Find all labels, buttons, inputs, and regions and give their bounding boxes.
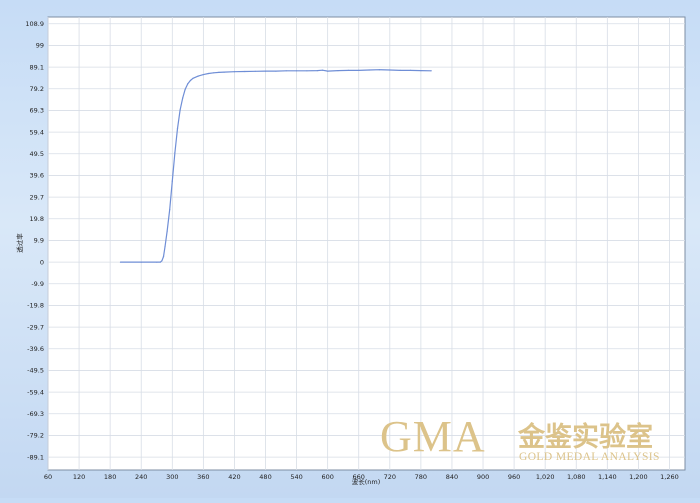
- data-point: [174, 152, 176, 154]
- x-tick-label: 1,140: [598, 473, 617, 481]
- data-point: [207, 72, 210, 75]
- x-tick-label: 600: [321, 473, 333, 481]
- y-tick-label: 69.3: [30, 107, 44, 115]
- data-point: [378, 69, 380, 71]
- plot-area: [47, 16, 686, 471]
- data-point: [368, 69, 370, 71]
- data-point: [176, 128, 179, 130]
- y-tick-label: -49.5: [27, 367, 44, 375]
- x-tick-label: 1,200: [629, 473, 648, 481]
- data-point: [218, 71, 220, 73]
- x-tick-label: 1,260: [660, 473, 679, 481]
- data-point: [171, 180, 173, 182]
- data-point: [389, 69, 391, 71]
- watermark-en: GOLD MEDAL ANALYSIS: [519, 451, 660, 463]
- data-point: [296, 70, 298, 72]
- x-tick-label: 720: [384, 473, 396, 481]
- data-point: [223, 71, 225, 73]
- data-point: [202, 74, 204, 76]
- y-tick-label: 49.5: [30, 150, 44, 158]
- y-tick-label: -39.6: [27, 345, 44, 353]
- y-tick-label: -29.7: [27, 323, 44, 331]
- y-tick-label: 39.6: [30, 172, 44, 180]
- y-tick-label: 79.2: [30, 85, 44, 93]
- data-point: [197, 75, 199, 77]
- y-tick-label: 89.1: [30, 63, 44, 71]
- data-point: [409, 69, 412, 71]
- data-point: [164, 246, 166, 248]
- data-point: [182, 97, 184, 99]
- data-point: [179, 109, 181, 111]
- chart: 60 120 180 240 300 360 420 480 540 600 660 720 780 84…: [0, 0, 700, 498]
- x-tick-label: 540: [290, 473, 302, 481]
- data-point: [213, 72, 215, 74]
- x-tick-label: 60: [44, 473, 52, 481]
- data-point: [420, 70, 422, 72]
- data-point: [184, 88, 186, 90]
- x-tick-label: 180: [104, 473, 116, 481]
- data-point: [140, 261, 142, 263]
- chart-svg: 60 120 180 240 300 360 420 480 540 600 660 720 780 84…: [15, 16, 686, 486]
- x-tick-label: 420: [228, 473, 240, 481]
- data-point: [321, 69, 324, 71]
- x-axis-title: 波长(nm): [352, 477, 381, 486]
- x-tick-label: 900: [477, 473, 489, 481]
- x-tick-label: 240: [135, 473, 147, 481]
- data-point: [264, 70, 267, 72]
- data-point: [358, 69, 360, 71]
- y-tick-label: 99: [36, 42, 44, 50]
- y-tick-label: 29.7: [30, 193, 44, 201]
- data-point: [275, 70, 277, 72]
- data-point: [285, 70, 287, 72]
- x-tick-label: 840: [446, 473, 458, 481]
- x-tick-label: 1,020: [536, 473, 555, 481]
- data-point: [399, 69, 401, 71]
- data-point: [192, 77, 194, 79]
- data-point: [162, 256, 165, 258]
- data-point: [316, 70, 318, 72]
- data-point: [159, 261, 161, 263]
- x-tick-label: 1,080: [567, 473, 586, 481]
- y-tick-label: -59.4: [27, 388, 44, 396]
- data-point: [169, 209, 171, 211]
- data-point: [327, 70, 329, 72]
- data-point: [347, 69, 349, 71]
- y-tick-label: -89.1: [27, 453, 44, 461]
- x-tick-label: 480: [259, 473, 271, 481]
- data-point: [156, 261, 158, 263]
- x-tick-label: 120: [73, 473, 85, 481]
- y-tick-label: -9.9: [31, 280, 44, 288]
- y-tick-label: 0: [40, 258, 44, 266]
- y-tick-label: -79.2: [27, 432, 44, 440]
- y-tick-label: 108.9: [25, 20, 44, 28]
- x-tick-label: 780: [415, 473, 427, 481]
- data-point: [161, 260, 163, 262]
- y-tick-label: 9.9: [34, 237, 44, 245]
- y-tick-label: -19.8: [27, 302, 44, 310]
- data-point: [244, 70, 246, 73]
- watermark-cn: 金鉴实验室: [517, 421, 653, 453]
- data-point: [187, 83, 189, 85]
- x-tick-label: 300: [166, 473, 178, 481]
- data-point: [189, 79, 191, 82]
- data-point: [430, 70, 432, 72]
- x-tick-label: 360: [197, 473, 209, 481]
- data-point: [166, 230, 168, 233]
- data-point: [337, 70, 339, 72]
- data-point: [119, 261, 122, 263]
- watermark-logo: GMA: [380, 412, 486, 461]
- y-tick-label: 59.4: [30, 128, 44, 136]
- data-point: [233, 71, 235, 73]
- data-point: [254, 70, 256, 72]
- y-axis-title: 透过率: [15, 233, 24, 253]
- y-tick-label: 19.8: [30, 215, 44, 223]
- data-point: [306, 70, 308, 72]
- x-tick-label: 960: [508, 473, 520, 481]
- y-tick-label: -69.3: [27, 410, 44, 418]
